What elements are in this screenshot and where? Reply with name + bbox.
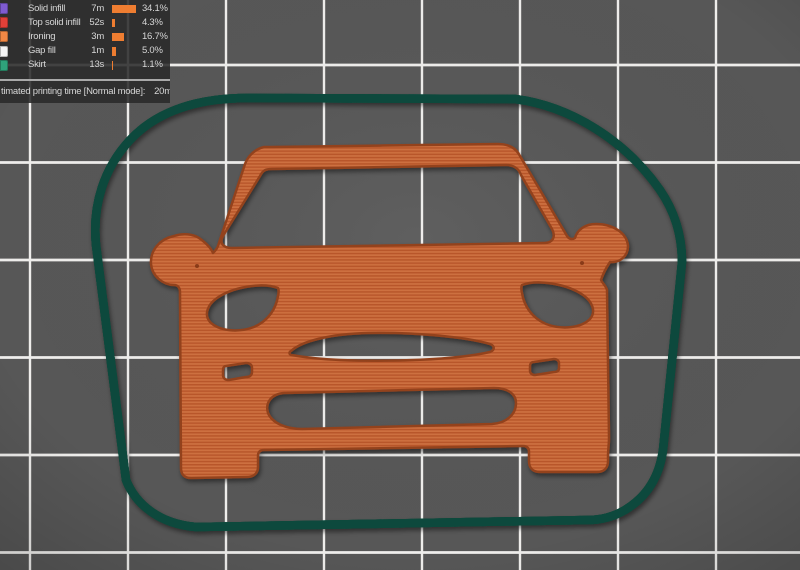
feature-percent-bar [112, 32, 124, 42]
print-time-label: timated printing time [Normal mode]: [1, 86, 146, 97]
feature-percent: 34.1% [142, 2, 168, 14]
feature-percent: 16.7% [142, 30, 168, 42]
seam-dot-right [580, 261, 584, 265]
legend-row[interactable]: Skirt 13s 1.1% [0, 58, 170, 72]
gap-fill-color-swatch [0, 45, 8, 57]
feature-time: 3m [91, 30, 104, 42]
legend-panel: Solid infill 7m 34.1% Top solid infill 52s 4.… [0, 0, 170, 103]
feature-percent-bar [112, 18, 115, 28]
top-solid-infill-color-swatch [0, 17, 8, 29]
ironing-color-swatch [0, 31, 8, 43]
seam-dot-left [195, 264, 199, 268]
legend-row[interactable]: Gap fill 1m 5.0% [0, 44, 170, 58]
feature-time: 7m [91, 2, 104, 14]
feature-time: 13s [89, 59, 104, 71]
legend-row[interactable]: Top solid infill 52s 4.3% [0, 16, 170, 30]
feature-time: 1m [91, 45, 104, 57]
skirt-color-swatch [0, 59, 8, 71]
feature-label: Ironing [28, 30, 56, 42]
feature-percent-bar [112, 4, 136, 13]
legend-row[interactable]: Solid infill 7m 34.1% [0, 2, 170, 16]
feature-percent: 4.3% [142, 16, 163, 28]
feature-percent-bar [112, 47, 116, 56]
print-time-panel: timated printing time [Normal mode]: 20m [0, 80, 170, 103]
solid-infill-color-swatch [0, 3, 8, 14]
feature-percent: 5.0% [142, 45, 163, 57]
legend-row[interactable]: Ironing 3m 16.7% [0, 30, 170, 44]
slicer-preview-window: Solid infill 7m 34.1% Top solid infill 52s 4.… [0, 0, 800, 570]
print-time-value: 20m [154, 86, 170, 97]
feature-time: 52s [89, 16, 104, 28]
feature-percent: 1.1% [142, 59, 163, 71]
feature-label: Skirt [28, 59, 46, 71]
legend-feature-list: Solid infill 7m 34.1% Top solid infill 52s 4.… [0, 0, 170, 79]
feature-percent-bar [112, 61, 113, 70]
feature-label: Gap fill [28, 45, 56, 57]
